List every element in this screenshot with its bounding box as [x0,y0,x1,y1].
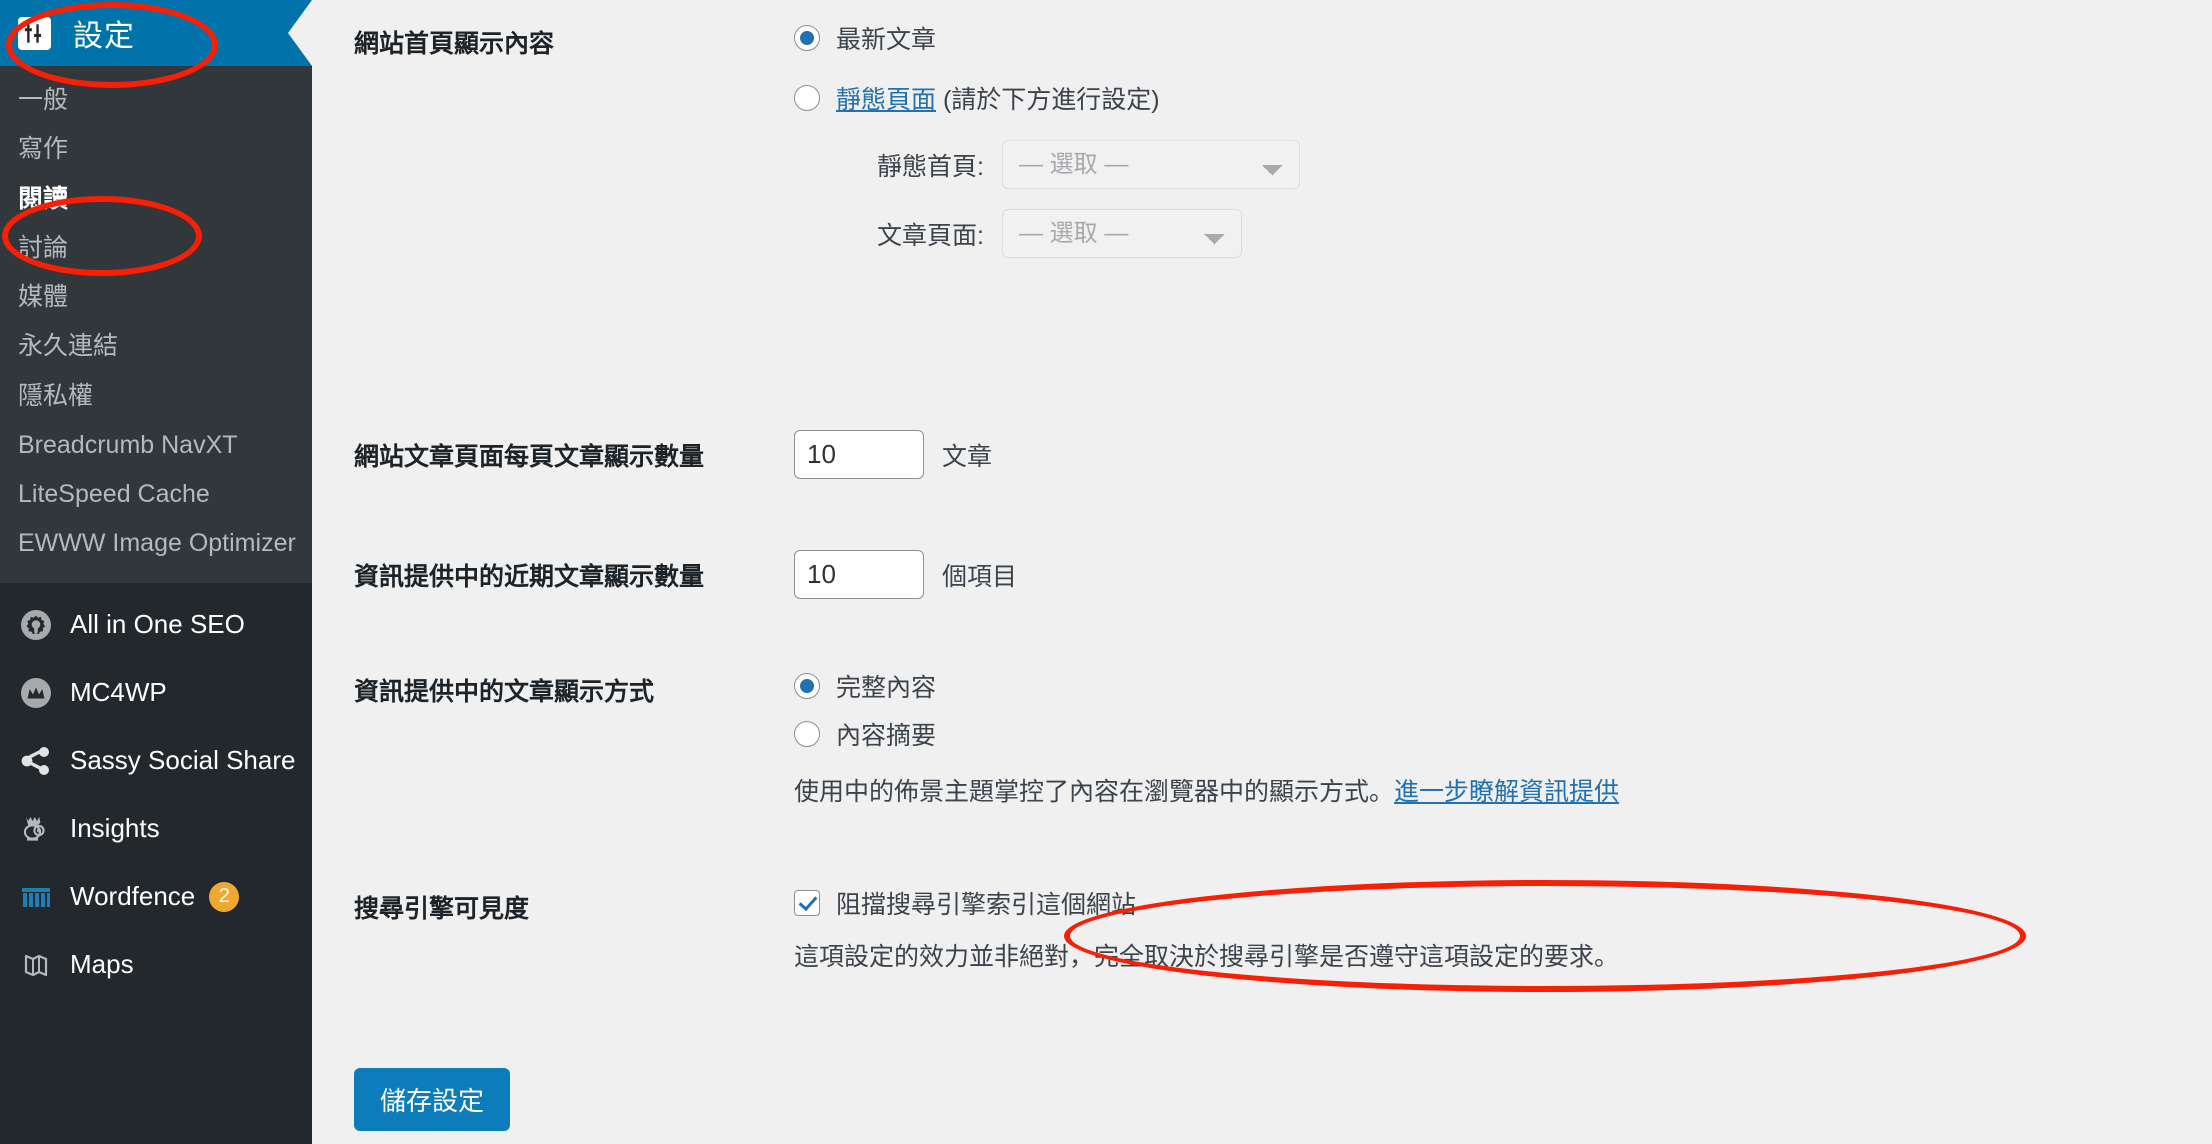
row-search-engine-visibility: 搜尋引擎可見度 阻擋搜尋引擎索引這個網站 這項設定的效力並非絕對，完全取決於搜尋… [354,885,2054,977]
sidebar-item-insights[interactable]: Insights [0,795,312,863]
suffix-posts-per-page: 文章 [942,442,993,471]
wordfence-icon [16,877,56,917]
mailchimp-icon [16,673,56,713]
sidebar-item-discussion[interactable]: 討論 [0,224,312,273]
option-full-text[interactable]: 完整內容 [794,668,2054,704]
select-static-front-page[interactable]: — 選取 — [1002,140,1300,189]
checkbox-discourage-label: 阻擋搜尋引擎索引這個網站 [836,891,1137,919]
checkbox-discourage-search-engines[interactable] [794,890,820,916]
radio-static-page[interactable] [794,85,820,111]
sidebar-item-label: Insights [70,813,160,843]
sidebar-item-label: Wordfence [70,881,196,911]
sidebar-item-label: MC4WP [70,677,167,707]
sidebar-item-media[interactable]: 媒體 [0,273,312,322]
sidebar-plugin-menu: All in One SEO MC4WP Sassy Social Share … [0,582,312,999]
sidebar-menu-header-settings[interactable]: 設定 [0,0,312,66]
field-static-front-page: 靜態首頁: — 選取 — [794,140,2054,189]
admin-sidebar: 設定 一般 寫作 閱讀 討論 媒體 永久連結 隱私權 Breadcrumb Na… [0,0,312,1144]
learn-more-feeds-link[interactable]: 進一步瞭解資訊提供 [1394,778,1619,806]
row-front-page-displays: 網站首頁顯示內容 最新文章 靜態頁面 (請於下方進行設定) 靜態首頁: — 選取… [354,20,2054,278]
option-discourage-search-engines[interactable]: 阻擋搜尋引擎索引這個網站 [794,885,2054,921]
sidebar-submenu: 一般 寫作 閱讀 討論 媒體 永久連結 隱私權 Breadcrumb NavXT… [0,66,312,583]
sidebar-item-privacy[interactable]: 隱私權 [0,372,312,421]
sidebar-item-writing[interactable]: 寫作 [0,125,312,174]
option-latest-posts[interactable]: 最新文章 [794,20,2054,56]
sidebar-item-maps[interactable]: Maps [0,931,312,999]
sidebar-item-all-in-one-seo[interactable]: All in One SEO [0,591,312,659]
radio-excerpt[interactable] [794,721,820,747]
sidebar-pointer-notch [288,0,312,66]
wordfence-badge-count: 2 [209,881,240,912]
label-rss-use-excerpt: 資訊提供中的文章顯示方式 [354,678,655,706]
search-visibility-description: 這項設定的效力並非絕對，完全取決於搜尋引擎是否遵守這項設定的要求。 [794,943,1620,971]
select-posts-page[interactable]: — 選取 — [1002,209,1242,258]
label-posts-page: 文章頁面: [877,221,984,250]
aioseo-gear-icon [16,605,56,645]
reading-settings-form: 網站首頁顯示內容 最新文章 靜態頁面 (請於下方進行設定) 靜態首頁: — 選取… [312,0,2212,1144]
share-nodes-icon [16,741,56,781]
sidebar-item-label: Maps [70,949,134,979]
rss-description-text: 使用中的佈景主題掌控了內容在瀏覽器中的顯示方式。 [794,778,1395,806]
static-page-link[interactable]: 靜態頁面 [836,86,936,114]
monsterinsights-icon [16,809,56,849]
sidebar-item-label: Sassy Social Share [70,745,296,775]
sidebar-item-sassy-social-share[interactable]: Sassy Social Share [0,727,312,795]
label-search-engine-visibility: 搜尋引擎可見度 [354,895,530,923]
sidebar-item-reading[interactable]: 閱讀 [0,175,312,224]
option-latest-posts-label: 最新文章 [836,26,937,54]
sidebar-item-general[interactable]: 一般 [0,76,312,125]
label-front-page-displays: 網站首頁顯示內容 [354,30,555,58]
sidebar-item-litespeed-cache[interactable]: LiteSpeed Cache [0,470,312,519]
sidebar-menu-header-label: 設定 [73,20,135,53]
option-excerpt-label: 內容摘要 [836,722,937,750]
row-posts-per-page: 網站文章頁面每頁文章顯示數量 文章 [354,430,2054,479]
suffix-posts-per-rss: 個項目 [942,562,1018,591]
static-page-suffix: (請於下方進行設定) [936,86,1160,114]
label-posts-per-rss: 資訊提供中的近期文章顯示數量 [354,562,705,591]
input-posts-per-page[interactable] [794,430,924,479]
option-excerpt[interactable]: 內容摘要 [794,716,2054,752]
sliders-icon [18,16,51,50]
sidebar-item-label: All in One SEO [70,609,245,639]
label-posts-per-page: 網站文章頁面每頁文章顯示數量 [354,442,705,471]
input-posts-per-rss[interactable] [794,550,924,599]
label-static-front-page: 靜態首頁: [877,152,984,181]
rss-use-excerpt-description: 使用中的佈景主題掌控了內容在瀏覽器中的顯示方式。進一步瞭解資訊提供 [794,774,2054,812]
save-changes-button[interactable]: 儲存設定 [354,1068,511,1131]
radio-latest-posts[interactable] [794,25,820,51]
row-posts-per-rss: 資訊提供中的近期文章顯示數量 個項目 [354,550,2054,599]
sidebar-item-wordfence[interactable]: Wordfence 2 [0,863,312,931]
field-posts-page: 文章頁面: — 選取 — [794,209,2054,258]
sidebar-item-ewww-image-optimizer[interactable]: EWWW Image Optimizer [0,519,312,568]
option-static-page[interactable]: 靜態頁面 (請於下方進行設定) [794,80,2054,116]
radio-full-text[interactable] [794,673,820,699]
row-rss-use-excerpt: 資訊提供中的文章顯示方式 完整內容 內容摘要 使用中的佈景主題掌控了內容在瀏覽器… [354,668,2054,812]
sidebar-item-permalinks[interactable]: 永久連結 [0,322,312,371]
maps-icon [16,945,56,985]
option-full-text-label: 完整內容 [836,674,937,702]
sidebar-item-breadcrumb-navxt[interactable]: Breadcrumb NavXT [0,421,312,470]
sidebar-item-mc4wp[interactable]: MC4WP [0,659,312,727]
